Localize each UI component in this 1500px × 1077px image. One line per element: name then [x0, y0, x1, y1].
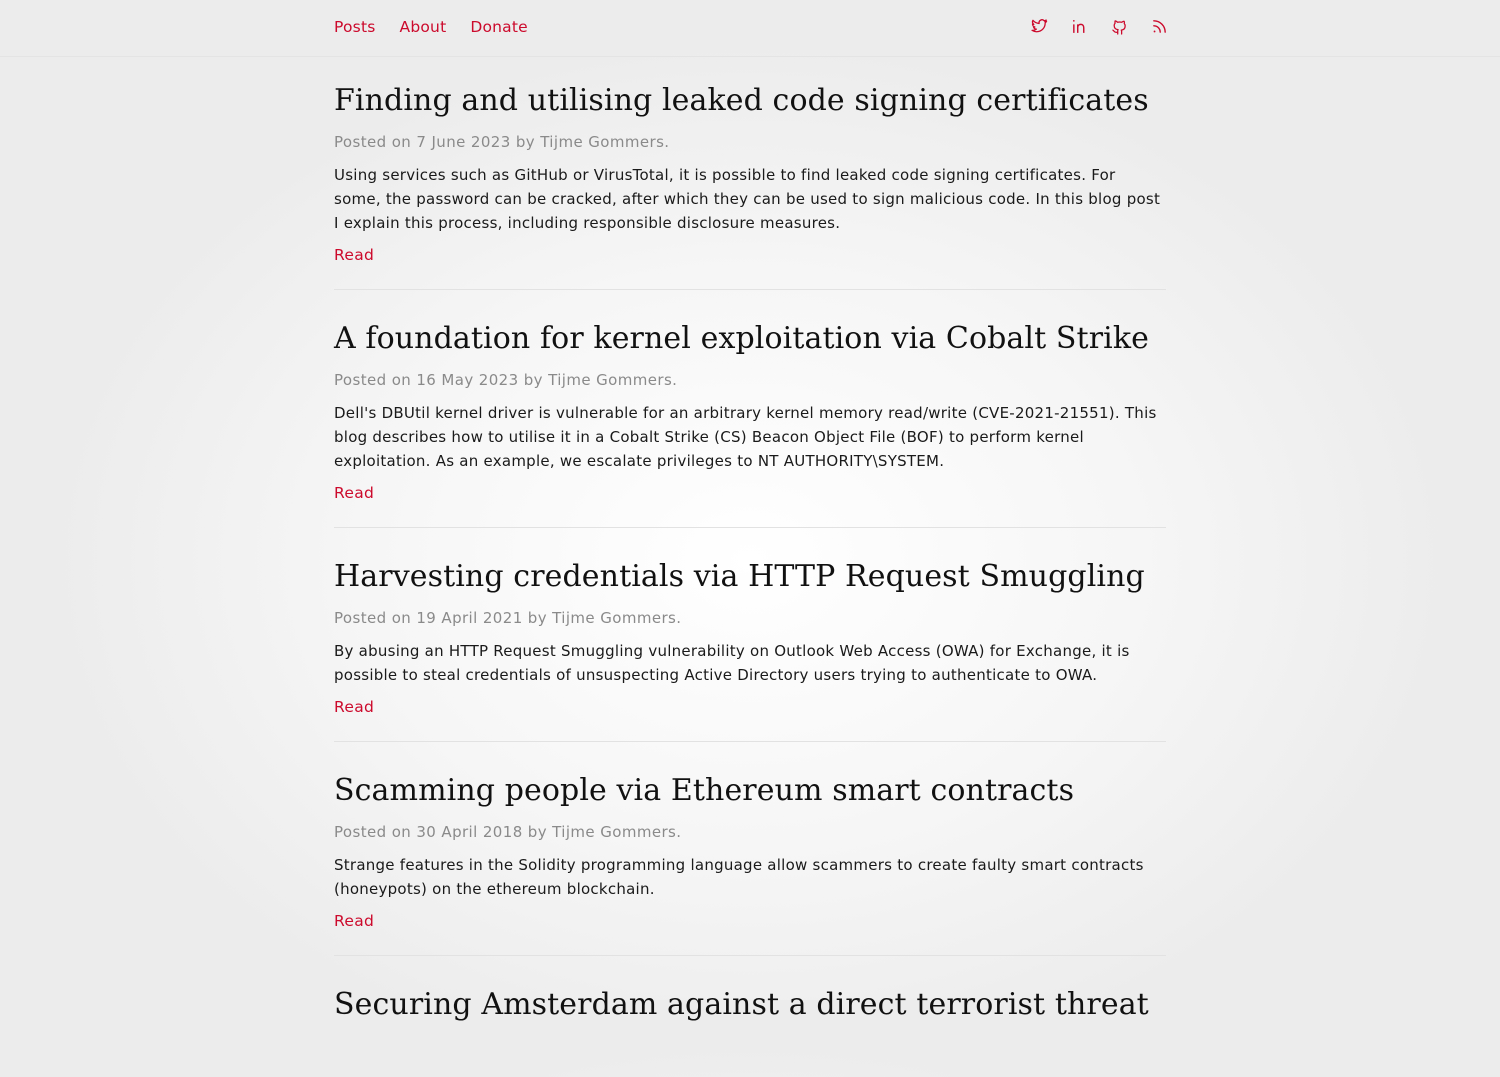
post-meta: Posted on 19 April 2021 by Tijme Gommers… — [334, 609, 682, 627]
rss-icon[interactable] — [1151, 18, 1168, 35]
post-title[interactable]: A foundation for kernel exploitation via… — [334, 318, 1166, 360]
post-meta: Posted on 16 May 2023 by Tijme Gommers. — [334, 371, 678, 389]
nav-about-link[interactable]: About — [400, 18, 447, 36]
social-links — [1031, 18, 1168, 35]
read-link[interactable]: Read — [334, 244, 374, 266]
post-meta: Posted on 30 April 2018 by Tijme Gommers… — [334, 823, 682, 841]
post-title[interactable]: Scamming people via Ethereum smart contr… — [334, 770, 1166, 812]
nav-donate-link[interactable]: Donate — [470, 18, 528, 36]
github-icon[interactable] — [1111, 18, 1128, 35]
post-meta: Posted on 7 June 2023 by Tijme Gommers. — [334, 133, 670, 151]
post-list: Finding and utilising leaked code signin… — [334, 80, 1166, 1077]
nav-posts-link[interactable]: Posts — [334, 18, 376, 36]
post-title[interactable]: Harvesting credentials via HTTP Request … — [334, 556, 1166, 598]
post-item: Finding and utilising leaked code signin… — [334, 80, 1166, 290]
post-title[interactable]: Finding and utilising leaked code signin… — [334, 80, 1166, 122]
read-link[interactable]: Read — [334, 482, 374, 504]
post-item: Scamming people via Ethereum smart contr… — [334, 770, 1166, 956]
post-excerpt: Using services such as GitHub or VirusTo… — [334, 166, 1161, 232]
post-title[interactable]: Securing Amsterdam against a direct terr… — [334, 984, 1166, 1026]
top-navigation-bar — [0, 0, 1500, 57]
post-item: Securing Amsterdam against a direct terr… — [334, 984, 1166, 1049]
twitter-icon[interactable] — [1031, 18, 1048, 35]
post-excerpt: By abusing an HTTP Request Smuggling vul… — [334, 642, 1130, 684]
read-link[interactable]: Read — [334, 696, 374, 718]
post-item: A foundation for kernel exploitation via… — [334, 318, 1166, 528]
main-nav: Posts About Donate — [334, 18, 528, 36]
post-item: Harvesting credentials via HTTP Request … — [334, 556, 1166, 742]
read-link[interactable]: Read — [334, 910, 374, 932]
post-excerpt: Dell's DBUtil kernel driver is vulnerabl… — [334, 404, 1157, 470]
post-excerpt: Strange features in the Solidity program… — [334, 856, 1144, 898]
linkedin-icon[interactable] — [1071, 18, 1088, 35]
